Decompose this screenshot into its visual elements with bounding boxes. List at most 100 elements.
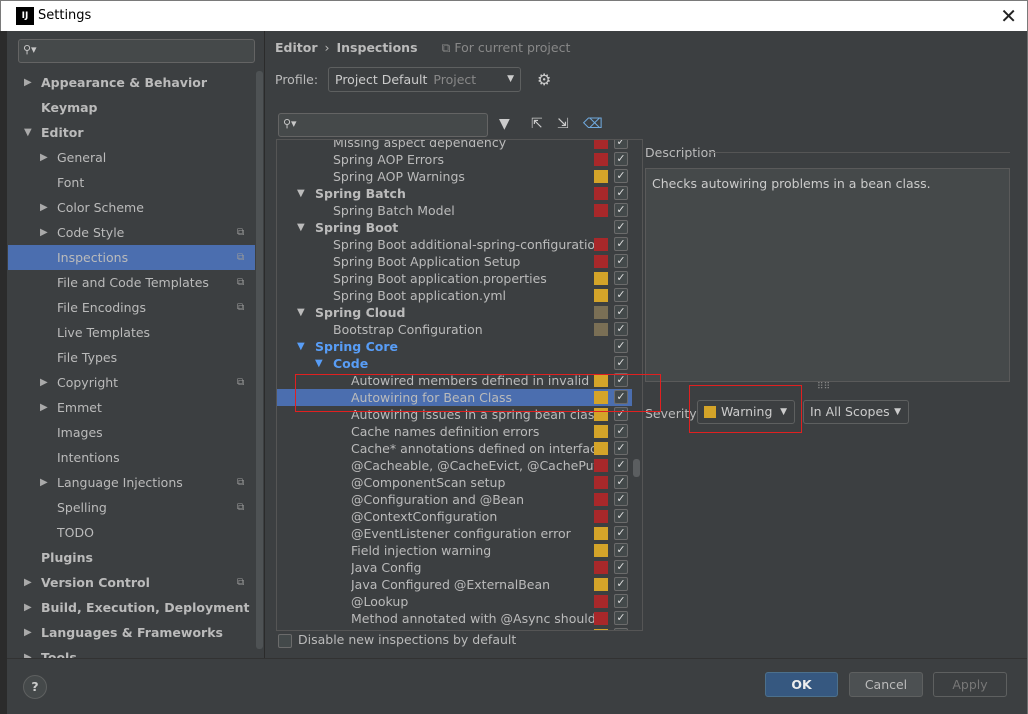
chevron-right-icon[interactable]: ▶ bbox=[40, 145, 48, 170]
sidebar-item-todo[interactable]: TODO bbox=[8, 520, 255, 545]
sidebar-item-color-scheme[interactable]: ▶ Color Scheme bbox=[8, 195, 255, 220]
inspection-item[interactable]: Spring Batch Model ✓ bbox=[277, 202, 632, 219]
inspection-checkbox[interactable]: ✓ bbox=[614, 322, 628, 336]
collapse-all-icon[interactable]: ⇲ bbox=[557, 116, 569, 132]
chevron-down-icon[interactable]: ▼ bbox=[297, 219, 305, 236]
inspection-checkbox[interactable]: ✓ bbox=[614, 254, 628, 268]
inspection-checkbox[interactable]: ✓ bbox=[614, 305, 628, 319]
chevron-down-icon[interactable]: ▼ bbox=[297, 304, 305, 321]
chevron-down-icon[interactable]: ▼ bbox=[297, 185, 305, 202]
inspection-item[interactable]: @Configuration and @Bean ✓ bbox=[277, 491, 632, 508]
inspection-checkbox[interactable]: ✓ bbox=[614, 577, 628, 591]
inspection-item[interactable]: Java Configured @ExternalBean ✓ bbox=[277, 576, 632, 593]
inspection-checkbox[interactable]: ✓ bbox=[614, 237, 628, 251]
inspection-checkbox[interactable]: ✓ bbox=[614, 169, 628, 183]
sidebar-item-copyright[interactable]: ▶ Copyright ⧉ bbox=[8, 370, 255, 395]
sidebar-item-general[interactable]: ▶ General bbox=[8, 145, 255, 170]
inspection-item[interactable]: @Cacheable, @CacheEvict, @CachePut, @ ✓ bbox=[277, 457, 632, 474]
chevron-right-icon[interactable]: ▶ bbox=[40, 220, 48, 245]
sidebar-item-inspections[interactable]: Inspections ⧉ bbox=[8, 245, 255, 270]
settings-search-input[interactable]: ⚲▾ bbox=[18, 39, 255, 63]
inspection-item[interactable]: Spring AOP Warnings ✓ bbox=[277, 168, 632, 185]
inspection-checkbox[interactable]: ✓ bbox=[614, 526, 628, 540]
sidebar-item-intentions[interactable]: Intentions bbox=[8, 445, 255, 470]
inspection-group[interactable]: ▼ Spring Core ✓ bbox=[277, 338, 632, 355]
inspection-checkbox[interactable]: ✓ bbox=[614, 441, 628, 455]
profile-dropdown[interactable]: Project Default Project ▼ bbox=[328, 67, 521, 92]
sidebar-item-tools[interactable]: ▶ Tools bbox=[8, 645, 255, 658]
inspections-scrollbar[interactable] bbox=[633, 459, 640, 477]
inspection-checkbox[interactable]: ✓ bbox=[614, 475, 628, 489]
inspection-item[interactable]: Spring Boot Application Setup ✓ bbox=[277, 253, 632, 270]
chevron-right-icon[interactable]: ▶ bbox=[24, 595, 32, 620]
inspection-item[interactable]: Cache* annotations defined on interfaces… bbox=[277, 440, 632, 457]
reset-eraser-icon[interactable]: ⌫ bbox=[583, 116, 603, 132]
sidebar-item-language-injections[interactable]: ▶ Language Injections ⧉ bbox=[8, 470, 255, 495]
inspection-item[interactable]: Spring Boot additional-spring-configurat… bbox=[277, 236, 632, 253]
inspection-item[interactable]: @Lookup ✓ bbox=[277, 593, 632, 610]
chevron-right-icon[interactable]: ▶ bbox=[24, 645, 32, 658]
sidebar-scrollbar[interactable] bbox=[256, 71, 263, 649]
inspection-checkbox[interactable]: ✓ bbox=[614, 458, 628, 472]
sidebar-item-live-templates[interactable]: Live Templates bbox=[8, 320, 255, 345]
chevron-right-icon[interactable]: ▶ bbox=[40, 195, 48, 220]
help-button[interactable]: ? bbox=[23, 675, 47, 699]
inspection-item[interactable]: @ContextConfiguration ✓ bbox=[277, 508, 632, 525]
inspection-checkbox[interactable]: ✓ bbox=[614, 594, 628, 608]
sidebar-item-file-types[interactable]: File Types bbox=[8, 345, 255, 370]
sidebar-item-plugins[interactable]: Plugins bbox=[8, 545, 255, 570]
inspection-checkbox[interactable]: ✓ bbox=[614, 220, 628, 234]
inspection-checkbox[interactable]: ✓ bbox=[614, 543, 628, 557]
inspection-group[interactable]: ▼ Spring Cloud ✓ bbox=[277, 304, 632, 321]
inspection-group[interactable]: ▼ Code ✓ bbox=[277, 355, 632, 372]
apply-button[interactable]: Apply bbox=[933, 672, 1007, 697]
sidebar-item-languages-frameworks[interactable]: ▶ Languages & Frameworks bbox=[8, 620, 255, 645]
inspection-checkbox[interactable]: ✓ bbox=[614, 203, 628, 217]
sidebar-item-font[interactable]: Font bbox=[8, 170, 255, 195]
chevron-right-icon[interactable]: ▶ bbox=[40, 395, 48, 420]
sidebar-item-images[interactable]: Images bbox=[8, 420, 255, 445]
inspection-checkbox[interactable]: ✓ bbox=[614, 356, 628, 370]
sidebar-item-code-style[interactable]: ▶ Code Style ⧉ bbox=[8, 220, 255, 245]
chevron-right-icon[interactable]: ▶ bbox=[24, 570, 32, 595]
checkbox-box[interactable] bbox=[278, 633, 292, 648]
inspection-checkbox[interactable]: ✓ bbox=[614, 339, 628, 353]
sidebar-item-appearance-behavior[interactable]: ▶ Appearance & Behavior bbox=[8, 70, 255, 95]
expand-all-icon[interactable]: ⇱ bbox=[531, 116, 543, 132]
inspection-item[interactable]: @EventListener configuration error ✓ bbox=[277, 525, 632, 542]
inspection-item[interactable]: Missing aspect dependency ✓ bbox=[277, 140, 632, 151]
chevron-down-icon[interactable]: ▼ bbox=[24, 120, 32, 145]
filter-icon[interactable]: ▼ bbox=[499, 116, 510, 132]
inspection-item[interactable]: Spring Boot application.yml ✓ bbox=[277, 287, 632, 304]
chevron-down-icon[interactable]: ▼ bbox=[315, 355, 323, 372]
inspection-item[interactable]: Cache names definition errors ✓ bbox=[277, 423, 632, 440]
inspection-checkbox[interactable]: ✓ bbox=[614, 152, 628, 166]
disable-new-inspections-checkbox[interactable]: Disable new inspections by default bbox=[278, 632, 516, 648]
sidebar-item-keymap[interactable]: Keymap bbox=[8, 95, 255, 120]
splitter-grip-icon[interactable]: ⠿⠿ bbox=[817, 382, 830, 392]
sidebar-item-spelling[interactable]: Spelling ⧉ bbox=[8, 495, 255, 520]
chevron-right-icon[interactable]: ▶ bbox=[24, 620, 32, 645]
inspection-group[interactable]: ▼ Spring Batch ✓ bbox=[277, 185, 632, 202]
chevron-right-icon[interactable]: ▶ bbox=[40, 370, 48, 395]
inspections-search-input[interactable]: ⚲▾ bbox=[278, 113, 488, 137]
inspection-checkbox[interactable]: ✓ bbox=[614, 628, 628, 630]
inspection-checkbox[interactable]: ✓ bbox=[614, 140, 628, 149]
inspection-item[interactable]: Bootstrap Configuration ✓ bbox=[277, 321, 632, 338]
inspection-group[interactable]: ▼ Spring Boot ✓ bbox=[277, 219, 632, 236]
inspection-item[interactable]: Spring Boot application.properties ✓ bbox=[277, 270, 632, 287]
inspection-checkbox[interactable]: ✓ bbox=[614, 271, 628, 285]
inspection-item[interactable]: Spring AOP Errors ✓ bbox=[277, 151, 632, 168]
inspection-item[interactable]: Field injection warning ✓ bbox=[277, 542, 632, 559]
ok-button[interactable]: OK bbox=[765, 672, 838, 697]
chevron-right-icon[interactable]: ▶ bbox=[40, 470, 48, 495]
inspection-item[interactable]: Method annotated with @Async should re ✓ bbox=[277, 610, 632, 627]
inspection-checkbox[interactable]: ✓ bbox=[614, 611, 628, 625]
sidebar-item-file-and-code-templates[interactable]: File and Code Templates ⧉ bbox=[8, 270, 255, 295]
inspection-item[interactable]: Method annotated with @Scheduled shou ✓ bbox=[277, 627, 632, 630]
inspection-item[interactable]: Java Config ✓ bbox=[277, 559, 632, 576]
scope-dropdown[interactable]: In All Scopes ▼ bbox=[803, 400, 909, 424]
sidebar-item-file-encodings[interactable]: File Encodings ⧉ bbox=[8, 295, 255, 320]
gear-icon[interactable]: ⚙ bbox=[537, 70, 551, 89]
chevron-right-icon[interactable]: ▶ bbox=[24, 70, 32, 95]
